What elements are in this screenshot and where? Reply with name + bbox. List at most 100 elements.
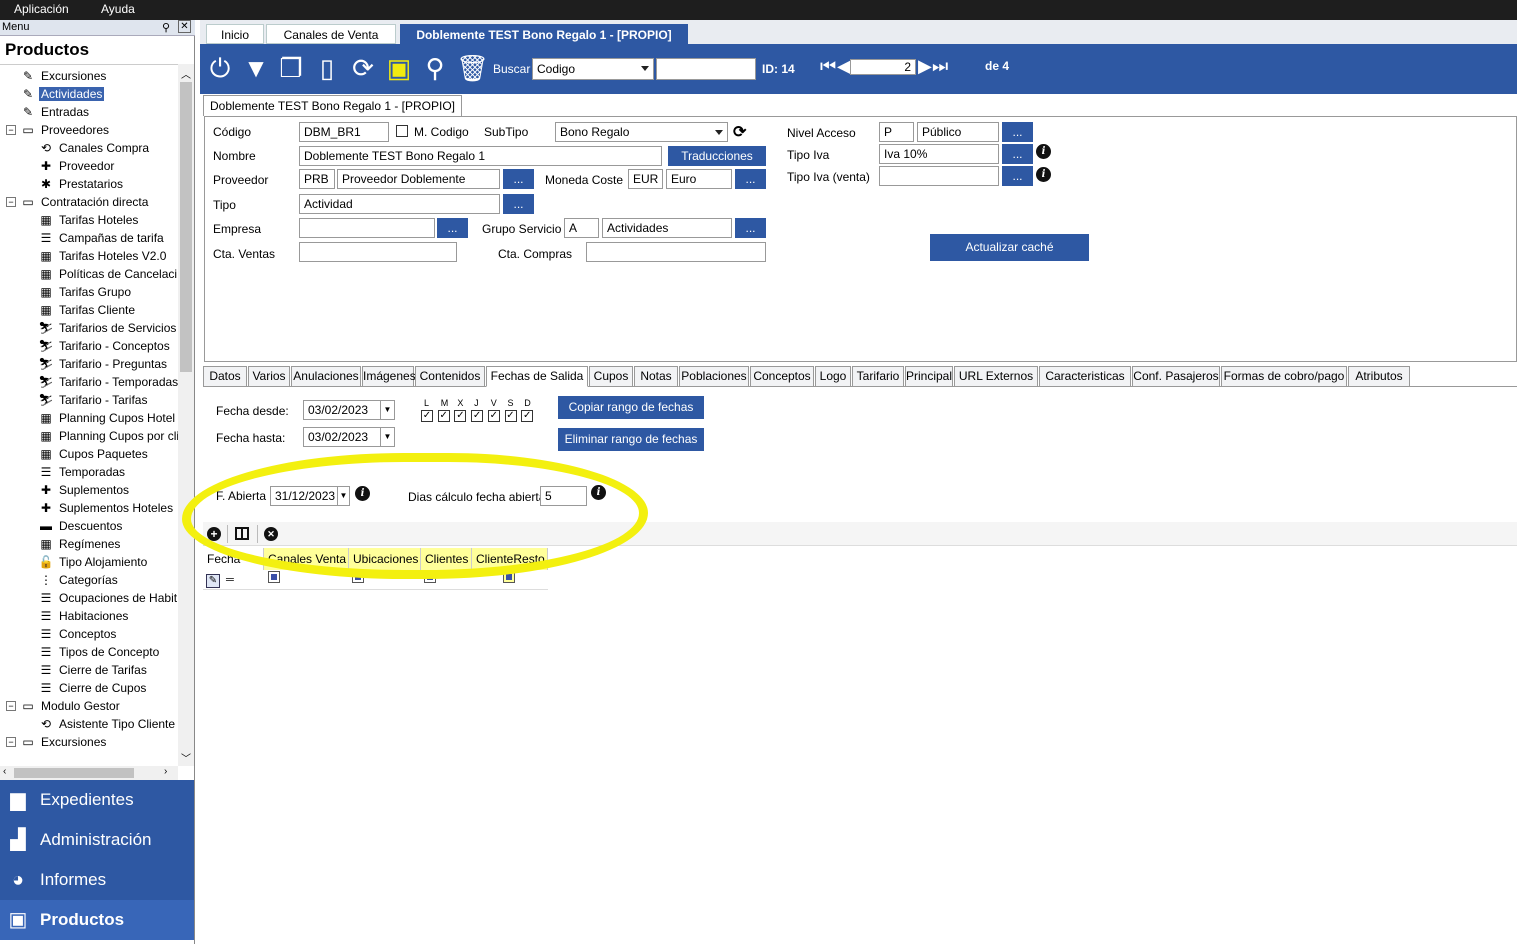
record-number-input[interactable]: 2	[850, 59, 916, 75]
moneda-name-input[interactable]: Euro	[666, 169, 732, 189]
tab-datos[interactable]: Datos	[203, 366, 247, 387]
sidebar-item[interactable]: ⟲ Canales Compra	[38, 139, 151, 157]
tab-atributos[interactable]: Atributos	[1348, 366, 1410, 387]
nav-administración[interactable]: ▟ Administración	[0, 820, 194, 860]
grid-header-fecha[interactable]: Fecha	[203, 548, 264, 570]
sidebar-item[interactable]: − ▭ Excursiones	[6, 733, 108, 751]
subtipo-select[interactable]: Bono Regalo	[555, 122, 728, 142]
grupo-code-input[interactable]: A	[564, 218, 599, 238]
pin-icon[interactable]: ⚲	[162, 21, 170, 34]
sidebar-item[interactable]: ✱ Prestatarios	[38, 175, 125, 193]
chevron-down-icon[interactable]: ▼	[380, 401, 394, 419]
sidebar-item[interactable]: ☰ Cierre de Tarifas	[38, 661, 149, 679]
tab-varios[interactable]: Varios	[248, 366, 290, 387]
sidebar-item[interactable]: ⟲ Asistente Tipo Cliente	[38, 715, 177, 733]
nivel-lookup-button[interactable]: ...	[1002, 122, 1033, 142]
sidebar-item[interactable]: ⛷ Tarifario - Temporadas	[38, 373, 178, 391]
columns-icon[interactable]	[235, 527, 249, 540]
tab-tarifario[interactable]: Tarifario	[852, 366, 904, 387]
sidebar-item[interactable]: ✎ Excursiones	[20, 67, 108, 85]
sidebar-item[interactable]: − ▭ Contratación directa	[6, 193, 150, 211]
weekday-checkbox[interactable]: ✓	[421, 410, 433, 422]
grupo-name-input[interactable]: Actividades	[602, 218, 732, 238]
fecha-desde-input[interactable]: 03/02/2023 ▼	[303, 400, 395, 420]
tab-principal[interactable]: Principal	[905, 366, 953, 387]
grupo-lookup-button[interactable]: ...	[735, 218, 766, 238]
sidebar-item[interactable]: ✎ Entradas	[20, 103, 91, 121]
sidebar-item[interactable]: ▬ Descuentos	[38, 517, 124, 535]
tab-bono-regalo[interactable]: Doblemente TEST Bono Regalo 1 - [PROPIO]	[400, 24, 688, 44]
collapse-icon[interactable]: −	[6, 737, 16, 747]
dias-calculo-input[interactable]: 5	[540, 486, 587, 506]
moneda-code-input[interactable]: EUR	[628, 169, 663, 189]
hscroll-thumb[interactable]	[14, 768, 134, 778]
collapse-icon[interactable]: −	[6, 701, 16, 711]
weekday-checkbox[interactable]: ✓	[521, 410, 534, 422]
tree-horizontal-scrollbar[interactable]: ‹ ›	[0, 766, 178, 780]
next-record-icon[interactable]: ▶	[918, 56, 932, 77]
traducciones-button[interactable]: Traducciones	[668, 146, 766, 166]
prev-record-icon[interactable]: ◀	[837, 56, 851, 77]
power-icon[interactable]: ⏻	[205, 53, 235, 83]
dias-calculo-info-icon[interactable]: i	[591, 485, 606, 500]
fecha-hasta-input[interactable]: 03/02/2023 ▼	[303, 427, 395, 447]
sidebar-item[interactable]: ▦ Tarifas Cliente	[38, 301, 137, 319]
iva-input[interactable]: Iva 10%	[879, 144, 999, 164]
sidebar-item[interactable]: ⛷ Tarifario - Tarifas	[38, 391, 149, 409]
sidebar-item[interactable]: ▦ Tarifas Hoteles V2.0	[38, 247, 168, 265]
sidebar-item[interactable]: ⋮ Categorías	[38, 571, 120, 589]
tipo-lookup-button[interactable]: ...	[503, 194, 534, 214]
sidebar-item[interactable]: ☰ Temporadas	[38, 463, 127, 481]
sidebar-item[interactable]: ▦ Planning Cupos por cli	[38, 427, 178, 445]
tab-fechas-de-salida[interactable]: Fechas de Salida	[486, 366, 588, 387]
add-row-icon[interactable]: +	[207, 527, 221, 541]
weekday-checkbox[interactable]: ✓	[504, 410, 517, 422]
scroll-left-icon[interactable]: ‹	[3, 766, 6, 777]
first-record-icon[interactable]: ⏮	[820, 56, 836, 77]
sidebar-item[interactable]: ▦ Planning Cupos Hotel	[38, 409, 177, 427]
trash-icon[interactable]: 🗑	[456, 53, 489, 83]
sidebar-item[interactable]: ▦ Cupos Paquetes	[38, 445, 150, 463]
record-subtab[interactable]: Doblemente TEST Bono Regalo 1 - [PROPIO]	[203, 95, 463, 116]
sidebar-item[interactable]: ✚ Proveedor	[38, 157, 116, 175]
search-input[interactable]	[656, 58, 756, 80]
menu-aplicacion[interactable]: Aplicación	[14, 2, 69, 16]
clientes-cell[interactable]	[424, 571, 436, 583]
sidebar-item[interactable]: ▦ Tarifas Hoteles	[38, 211, 140, 229]
empresa-lookup-button[interactable]: ...	[437, 218, 468, 238]
ctaventas-input[interactable]	[299, 242, 457, 262]
proveedor-name-input[interactable]: Proveedor Doblemente	[337, 169, 500, 189]
tab-inicio[interactable]: Inicio	[206, 24, 264, 44]
sidebar-item[interactable]: − ▭ Modulo Gestor	[6, 697, 122, 715]
edit-row-icon[interactable]: ✎	[206, 574, 220, 588]
collapse-icon[interactable]: −	[6, 197, 16, 207]
actualizar-cache-button[interactable]: Actualizar caché	[930, 234, 1089, 261]
tab-logo[interactable]: Logo	[815, 366, 851, 387]
clienteresto-cell[interactable]	[503, 571, 515, 583]
iva-lookup-button[interactable]: ...	[1002, 144, 1033, 164]
new-document-icon[interactable]: ▯	[312, 53, 342, 83]
row-filter-icon[interactable]: ═	[226, 574, 234, 586]
search-icon[interactable]: ⚲	[420, 53, 450, 83]
tab-imágenes[interactable]: Imágenes	[362, 366, 416, 387]
sidebar-item[interactable]: ☰ Cierre de Cupos	[38, 679, 148, 697]
sidebar-item[interactable]: ☰ Tipos de Concepto	[38, 643, 161, 661]
last-record-icon[interactable]: ⏭	[932, 56, 948, 77]
sidebar-item[interactable]: ▦ Tarifas Grupo	[38, 283, 133, 301]
weekday-checkbox[interactable]: ✓	[471, 410, 484, 422]
ivaventa-lookup-button[interactable]: ...	[1002, 166, 1033, 186]
iva-info-icon[interactable]: i	[1036, 144, 1051, 159]
tab-url-externos[interactable]: URL Externos	[954, 366, 1038, 387]
tab-poblaciones[interactable]: Poblaciones	[679, 366, 749, 387]
ivaventa-info-icon[interactable]: i	[1036, 167, 1051, 182]
search-field-select[interactable]: Codigo	[532, 58, 654, 80]
menu-ayuda[interactable]: Ayuda	[101, 2, 135, 16]
tab-conceptos[interactable]: Conceptos	[750, 366, 814, 387]
sidebar-item[interactable]: ✚ Suplementos	[38, 481, 131, 499]
nombre-input[interactable]: Doblemente TEST Bono Regalo 1	[299, 146, 662, 166]
close-icon[interactable]: ✕	[178, 20, 191, 33]
scroll-right-icon[interactable]: ›	[164, 766, 167, 777]
canales-venta-cell[interactable]	[268, 571, 280, 583]
sidebar-item[interactable]: ▦ Políticas de Cancelaci	[38, 265, 178, 283]
tab-formas-de-cobro-pago[interactable]: Formas de cobro/pago	[1221, 366, 1347, 387]
